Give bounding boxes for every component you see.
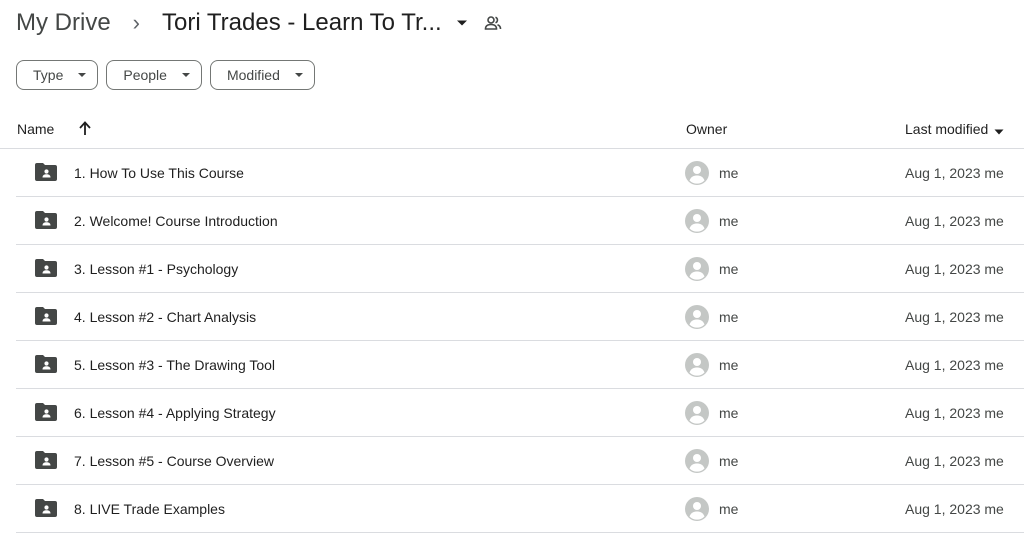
folder-name: 7. Lesson #5 - Course Overview <box>74 453 274 469</box>
shared-folder-icon <box>35 259 57 282</box>
shared-folder-icon <box>35 307 57 330</box>
avatar-icon <box>685 401 709 430</box>
modified-filter-label: Modified <box>226 67 280 83</box>
folder-name: 5. Lesson #3 - The Drawing Tool <box>74 357 276 373</box>
folder-name: 1. How To Use This Course <box>74 165 244 181</box>
owner-name: me <box>719 165 739 181</box>
file-list: 1. How To Use This Course me Aug 1, 2023… <box>16 149 1024 533</box>
folder-row[interactable]: 3. Lesson #1 - Psychology me Aug 1, 2023… <box>16 245 1024 293</box>
caret-down-icon <box>181 72 191 78</box>
type-filter-chip[interactable]: Type <box>16 60 99 90</box>
breadcrumb-current-folder[interactable]: Tori Trades - Learn To Tr... <box>162 9 442 37</box>
avatar-icon <box>685 305 709 334</box>
type-filter-label: Type <box>33 67 64 83</box>
avatar-icon <box>685 161 709 190</box>
folder-row[interactable]: 5. Lesson #3 - The Drawing Tool me Aug 1… <box>16 341 1024 389</box>
shared-folder-icon <box>35 163 57 186</box>
folder-menu-caret-icon[interactable] <box>456 19 468 27</box>
breadcrumb: My Drive › Tori Trades - Learn To Tr... <box>16 6 502 40</box>
last-modified-value: Aug 1, 2023 me <box>905 405 1004 421</box>
owner-name: me <box>719 309 739 325</box>
last-modified-value: Aug 1, 2023 me <box>905 309 1004 325</box>
last-modified-value: Aug 1, 2023 me <box>905 453 1004 469</box>
shared-folder-icon <box>35 211 57 234</box>
file-list-header: Name Owner Last modified <box>0 110 1024 149</box>
owner-name: me <box>719 357 739 373</box>
caret-down-icon <box>994 122 1004 138</box>
last-modified-label: Last modified <box>905 121 989 137</box>
owner-name: me <box>719 261 739 277</box>
people-filter-label: People <box>123 67 167 83</box>
owner-name: me <box>719 453 739 469</box>
folder-row[interactable]: 1. How To Use This Course me Aug 1, 2023… <box>16 149 1024 197</box>
avatar-icon <box>685 209 709 238</box>
folder-row[interactable]: 8. LIVE Trade Examples me Aug 1, 2023 me <box>16 485 1024 533</box>
last-modified-value: Aug 1, 2023 me <box>905 261 1004 277</box>
last-modified-value: Aug 1, 2023 me <box>905 213 1004 229</box>
owner-column-header: Owner <box>686 121 728 137</box>
shared-people-icon[interactable] <box>484 15 502 31</box>
avatar-icon <box>685 353 709 382</box>
avatar-icon <box>685 497 709 526</box>
last-modified-value: Aug 1, 2023 me <box>905 357 1004 373</box>
folder-name: 2. Welcome! Course Introduction <box>74 213 278 229</box>
folder-name: 6. Lesson #4 - Applying Strategy <box>74 405 276 421</box>
last-modified-column-header[interactable]: Last modified <box>905 121 1004 138</box>
shared-folder-icon <box>35 499 57 522</box>
folder-row[interactable]: 4. Lesson #2 - Chart Analysis me Aug 1, … <box>16 293 1024 341</box>
name-column-header[interactable]: Name <box>17 121 54 137</box>
owner-name: me <box>719 501 739 517</box>
folder-name: 4. Lesson #2 - Chart Analysis <box>74 309 257 325</box>
owner-name: me <box>719 405 739 421</box>
breadcrumb-my-drive[interactable]: My Drive <box>16 9 111 37</box>
folder-name: 3. Lesson #1 - Psychology <box>74 261 239 277</box>
sort-ascending-arrow-icon[interactable] <box>78 120 92 141</box>
people-filter-chip[interactable]: People <box>106 60 202 90</box>
shared-folder-icon <box>35 403 57 426</box>
filter-bar: Type People Modified <box>16 60 315 90</box>
avatar-icon <box>685 449 709 478</box>
avatar-icon <box>685 257 709 286</box>
folder-row[interactable]: 7. Lesson #5 - Course Overview me Aug 1,… <box>16 437 1024 485</box>
folder-name: 8. LIVE Trade Examples <box>74 501 225 517</box>
modified-filter-chip[interactable]: Modified <box>209 60 315 90</box>
shared-folder-icon <box>35 451 57 474</box>
shared-folder-icon <box>35 355 57 378</box>
caret-down-icon <box>294 72 304 78</box>
last-modified-value: Aug 1, 2023 me <box>905 501 1004 517</box>
breadcrumb-separator: › <box>132 10 140 35</box>
last-modified-value: Aug 1, 2023 me <box>905 165 1004 181</box>
folder-row[interactable]: 2. Welcome! Course Introduction me Aug 1… <box>16 197 1024 245</box>
owner-name: me <box>719 213 739 229</box>
folder-row[interactable]: 6. Lesson #4 - Applying Strategy me Aug … <box>16 389 1024 437</box>
caret-down-icon <box>77 72 87 78</box>
